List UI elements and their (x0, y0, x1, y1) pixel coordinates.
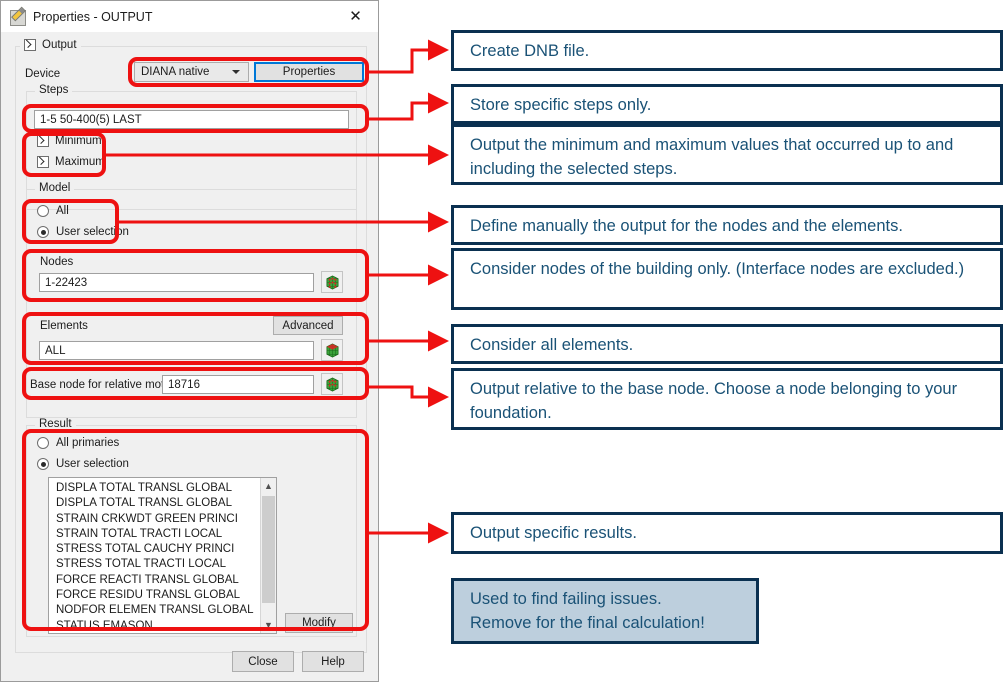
list-item[interactable]: STRESS TOTAL TRACTI LOCAL (49, 557, 259, 572)
model-group-label: Model (35, 182, 75, 194)
list-item[interactable]: FORCE RESIDU TRANSL GLOBAL (49, 588, 259, 603)
maximum-checkbox[interactable]: Maximum (37, 156, 105, 168)
minimum-checkbox-box[interactable] (37, 135, 49, 147)
result-listbox-scrollbar[interactable]: ▲ ▼ (260, 478, 276, 633)
output-checkbox-label: Output (42, 39, 77, 51)
result-user-selection-radio-label: User selection (56, 458, 129, 470)
list-item[interactable]: STRAIN TOTAL TRACTI LOCAL (49, 527, 259, 542)
chevron-down-icon[interactable]: ▼ (261, 617, 276, 633)
minimum-checkbox-label: Minimum (55, 135, 102, 147)
result-all-primaries-radio-label: All primaries (56, 437, 120, 449)
device-combobox-value: DIANA native (141, 66, 210, 78)
chevron-down-icon (232, 70, 240, 74)
result-user-selection-radio[interactable]: User selection (37, 458, 129, 470)
dialog-body: Output Device DIANA native Properties St… (1, 32, 378, 681)
scrollbar-thumb[interactable] (262, 496, 275, 603)
result-group-label: Result (35, 418, 76, 430)
elements-input[interactable]: ALL (39, 341, 314, 360)
list-item[interactable]: FORCE REACTI TRANSL GLOBAL (49, 573, 259, 588)
annotation-create-dnb: Create DNB file. (451, 30, 1003, 71)
annotation-min-max: Output the minimum and maximum values th… (451, 124, 1003, 185)
annotation-all-elements: Consider all elements. (451, 324, 1003, 364)
result-all-primaries-radio-circle[interactable] (37, 437, 49, 449)
properties-output-dialog: Properties - OUTPUT ✕ Output Device DIAN… (0, 0, 379, 682)
nodes-label: Nodes (40, 256, 74, 268)
help-button[interactable]: Help (302, 651, 364, 672)
dialog-title: Properties - OUTPUT (33, 9, 153, 24)
close-button[interactable]: Close (232, 651, 294, 672)
list-item[interactable]: STRAIN CRKWDT GREEN PRINCI (49, 512, 259, 527)
dialog-titlebar: Properties - OUTPUT ✕ (1, 1, 378, 32)
result-modify-button-label: Modify (302, 617, 336, 629)
maximum-checkbox-box[interactable] (37, 156, 49, 168)
close-button-label: Close (248, 655, 278, 668)
mesh-pick-icon-svg (326, 275, 338, 289)
output-group-label: Output (20, 39, 81, 52)
annotation-specific-results: Output specific results. (451, 512, 1003, 554)
result-listbox[interactable]: DISPLA TOTAL TRANSL GLOBAL DISPLA TOTAL T… (48, 477, 277, 634)
base-node-label: Base node for relative motion (30, 379, 180, 391)
list-item[interactable]: DISPLA TOTAL TRANSL GLOBAL (49, 496, 259, 511)
elements-label: Elements (40, 320, 88, 332)
mesh-pick-icon-svg (326, 377, 338, 391)
model-user-selection-radio-label: User selection (56, 226, 129, 238)
model-user-selection-radio-circle[interactable] (37, 226, 49, 238)
annotation-store-steps: Store specific steps only. (451, 84, 1003, 124)
result-user-selection-radio-circle[interactable] (37, 458, 49, 470)
model-user-selection-radio[interactable]: User selection (37, 226, 129, 238)
mesh-pick-icon-svg (326, 343, 338, 357)
base-node-input-value: 18716 (168, 378, 200, 391)
chevron-up-icon[interactable]: ▲ (261, 478, 276, 494)
base-node-mesh-pick-icon[interactable] (321, 373, 343, 395)
elements-mesh-pick-icon[interactable] (321, 339, 343, 361)
elements-advanced-button[interactable]: Advanced (273, 316, 343, 335)
base-node-input[interactable]: 18716 (162, 375, 314, 394)
annotation-failing-issues: Used to find failing issues. Remove for … (451, 578, 759, 644)
nodes-mesh-pick-icon[interactable] (321, 271, 343, 293)
device-properties-button[interactable]: Properties (254, 62, 364, 82)
elements-advanced-button-label: Advanced (282, 319, 334, 332)
model-all-radio[interactable]: All (37, 205, 69, 217)
nodes-input[interactable]: 1-22423 (39, 273, 314, 292)
annotation-nodes-building: Consider nodes of the building only. (In… (451, 248, 1003, 310)
minimum-checkbox[interactable]: Minimum (37, 135, 102, 147)
model-all-radio-label: All (56, 205, 69, 217)
result-listbox-items: DISPLA TOTAL TRANSL GLOBAL DISPLA TOTAL T… (49, 481, 259, 633)
annotation-base-node: Output relative to the base node. Choose… (451, 368, 1003, 430)
device-label: Device (25, 68, 61, 80)
close-icon[interactable]: ✕ (333, 1, 378, 32)
result-modify-button[interactable]: Modify (285, 613, 353, 633)
device-combobox[interactable]: DIANA native (134, 62, 249, 82)
list-item[interactable]: STATUS EMASON (49, 619, 259, 633)
list-item[interactable]: DISPLA TOTAL TRANSL GLOBAL (49, 481, 259, 496)
result-all-primaries-radio[interactable]: All primaries (37, 437, 119, 449)
properties-pencil-icon (10, 6, 26, 26)
nodes-input-value: 1-22423 (45, 276, 88, 289)
annotation-define-manually: Define manually the output for the nodes… (451, 205, 1003, 245)
list-item[interactable]: STRESS TOTAL CAUCHY PRINCI (49, 542, 259, 557)
steps-input-value: 1-5 50-400(5) LAST (40, 113, 142, 126)
output-checkbox-box[interactable] (24, 39, 36, 51)
maximum-checkbox-label: Maximum (55, 156, 105, 168)
steps-group-label: Steps (35, 84, 73, 96)
list-item[interactable]: NODFOR ELEMEN TRANSL GLOBAL (49, 603, 259, 618)
help-button-label: Help (321, 655, 345, 668)
device-properties-button-label: Properties (282, 66, 336, 78)
steps-input[interactable]: 1-5 50-400(5) LAST (34, 110, 349, 129)
screenshot-root: Properties - OUTPUT ✕ Output Device DIAN… (0, 0, 1008, 683)
model-all-radio-circle[interactable] (37, 205, 49, 217)
elements-input-value: ALL (45, 344, 66, 357)
